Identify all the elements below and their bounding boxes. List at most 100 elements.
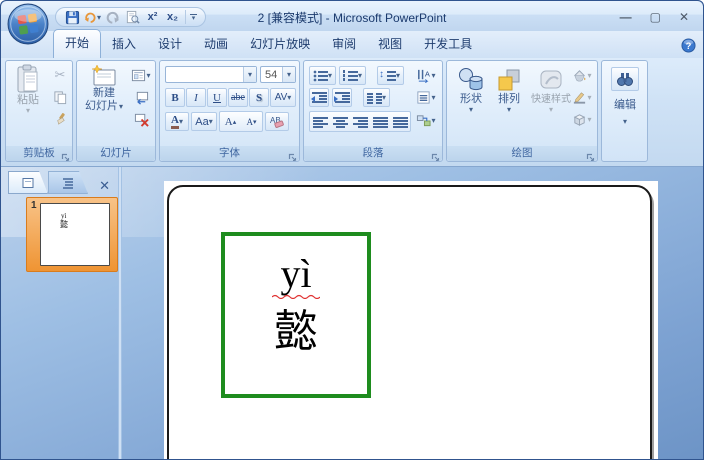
strikethrough-button[interactable]: abe xyxy=(228,88,248,107)
drawing-dialog-launcher[interactable] xyxy=(586,149,595,158)
align-right-button[interactable] xyxy=(350,112,370,131)
maximize-button[interactable]: ▢ xyxy=(650,11,661,23)
slide-canvas[interactable]: yì 懿 xyxy=(164,181,658,459)
new-slide-dropdown-icon[interactable]: ▾ xyxy=(119,103,123,111)
shrink-font-button[interactable]: A ▾ xyxy=(241,112,262,131)
clear-formatting-button[interactable] xyxy=(265,112,289,131)
line-spacing-button[interactable]: ▾ xyxy=(377,66,404,85)
tab-slideshow[interactable]: 幻灯片放映 xyxy=(239,30,321,58)
new-slide-button[interactable]: 新建 幻灯片 ▾ xyxy=(81,65,127,113)
paste-button[interactable]: 粘贴 ▾ xyxy=(10,64,46,115)
shape-outline-button[interactable]: ▾ xyxy=(570,89,594,106)
superscript-button[interactable]: x² xyxy=(144,9,161,25)
quick-styles-dropdown-icon[interactable]: ▾ xyxy=(549,106,553,114)
smartart-dropdown-icon[interactable]: ▾ xyxy=(431,116,435,124)
subscript-button[interactable]: x₂ xyxy=(164,9,181,25)
tab-slides-thumbnails[interactable] xyxy=(8,171,48,194)
align-text-button[interactable]: ▾ xyxy=(414,88,438,106)
bold-button[interactable]: B xyxy=(165,88,185,107)
tab-home[interactable]: 开始 xyxy=(53,29,102,58)
pane-splitter[interactable] xyxy=(118,167,122,459)
editing-dropdown-icon[interactable]: ▾ xyxy=(623,118,627,126)
decrease-indent-icon xyxy=(310,91,327,104)
tab-insert[interactable]: 插入 xyxy=(101,30,147,58)
font-size-combo[interactable]: 54 ▾ xyxy=(260,66,296,83)
shape-effects-dropdown-icon[interactable]: ▾ xyxy=(587,116,591,124)
shape-outline-dropdown-icon[interactable]: ▾ xyxy=(587,94,591,102)
bullets-button[interactable]: ▾ xyxy=(309,66,336,85)
slide-thumbnail-selected[interactable]: 1 yì 懿 xyxy=(26,197,118,272)
text-direction-dropdown-icon[interactable]: ▾ xyxy=(431,71,435,79)
copy-button[interactable] xyxy=(50,88,70,106)
undo-button[interactable]: ▾ xyxy=(84,9,101,25)
change-case-dropdown-icon[interactable]: ▾ xyxy=(209,118,213,126)
font-dialog-launcher[interactable] xyxy=(288,149,297,158)
minimize-button[interactable]: — xyxy=(620,11,632,23)
format-painter-button[interactable] xyxy=(50,110,70,128)
paste-dropdown-icon[interactable]: ▾ xyxy=(26,107,30,115)
close-pane-button[interactable]: ✕ xyxy=(99,178,110,194)
tab-developer[interactable]: 开发工具 xyxy=(413,30,483,58)
columns-dropdown-icon[interactable]: ▾ xyxy=(382,94,386,102)
help-icon[interactable] xyxy=(681,38,696,53)
layout-button[interactable]: ▾ xyxy=(130,66,152,84)
convert-smartart-button[interactable]: ▾ xyxy=(414,111,438,129)
change-case-button[interactable]: Aa ▾ xyxy=(191,112,217,131)
font-color-button[interactable]: A ▾ xyxy=(165,112,189,131)
brush-icon xyxy=(53,112,68,127)
columns-button[interactable]: ▾ xyxy=(363,88,390,107)
distribute-button[interactable] xyxy=(390,112,410,131)
tab-view[interactable]: 视图 xyxy=(367,30,413,58)
shape-effects-button[interactable]: ▾ xyxy=(570,111,594,128)
text-shadow-button[interactable]: S xyxy=(249,88,269,107)
align-center-button[interactable] xyxy=(330,112,350,131)
tab-review[interactable]: 审阅 xyxy=(321,30,367,58)
delete-slide-button[interactable] xyxy=(130,110,152,128)
font-size-dropdown-icon[interactable]: ▾ xyxy=(282,67,295,82)
shape-fill-button[interactable]: ▾ xyxy=(570,67,594,84)
line-spacing-dropdown-icon[interactable]: ▾ xyxy=(396,72,400,80)
font-name-dropdown-icon[interactable]: ▾ xyxy=(243,67,256,82)
tab-animations[interactable]: 动画 xyxy=(193,30,239,58)
character-spacing-dropdown-icon[interactable]: ▾ xyxy=(287,94,291,102)
customize-qat-button[interactable]: ▾ xyxy=(190,14,197,22)
redo-button[interactable] xyxy=(104,9,121,25)
justify-button[interactable] xyxy=(370,112,390,131)
arrange-dropdown-icon[interactable]: ▾ xyxy=(507,106,511,114)
shapes-button[interactable]: 形状 ▾ xyxy=(453,67,489,114)
italic-button[interactable]: I xyxy=(186,88,206,107)
undo-dropdown-icon[interactable]: ▾ xyxy=(97,13,101,21)
bullets-dropdown-icon[interactable]: ▾ xyxy=(328,72,332,80)
slide-thumbnail-canvas[interactable]: yì 懿 xyxy=(40,203,110,266)
editing-menu-button[interactable]: 编辑 ▾ xyxy=(605,67,645,126)
increase-indent-button[interactable] xyxy=(332,88,352,107)
grow-font-button[interactable]: A ▴ xyxy=(220,112,241,131)
pinyin-text: yì xyxy=(280,251,312,296)
font-color-dropdown-icon[interactable]: ▾ xyxy=(179,118,183,126)
text-box[interactable]: yì 懿 xyxy=(221,232,371,398)
numbering-button[interactable]: ▾ xyxy=(339,66,366,85)
print-preview-button[interactable] xyxy=(124,9,141,25)
clipboard-dialog-launcher[interactable] xyxy=(61,149,70,158)
save-button[interactable] xyxy=(64,9,81,25)
tab-outline[interactable] xyxy=(48,171,88,194)
office-button[interactable] xyxy=(7,3,49,45)
shape-fill-dropdown-icon[interactable]: ▾ xyxy=(587,72,591,80)
decrease-indent-button[interactable] xyxy=(309,88,329,107)
layout-dropdown-icon[interactable]: ▾ xyxy=(146,71,150,79)
tab-design[interactable]: 设计 xyxy=(147,30,193,58)
text-direction-button[interactable]: ▾ xyxy=(414,66,438,84)
underline-button[interactable]: U xyxy=(207,88,227,107)
font-name-combo[interactable]: ▾ xyxy=(165,66,257,83)
align-left-button[interactable] xyxy=(310,112,330,131)
arrange-button[interactable]: 排列 ▾ xyxy=(491,67,527,114)
reset-button[interactable] xyxy=(130,88,152,106)
character-spacing-button[interactable]: AV ▾ xyxy=(270,88,296,107)
shapes-dropdown-icon[interactable]: ▾ xyxy=(469,106,473,114)
close-button[interactable]: ✕ xyxy=(679,11,689,23)
quick-styles-button[interactable]: 快速样式 ▾ xyxy=(529,67,573,114)
paragraph-dialog-launcher[interactable] xyxy=(431,149,440,158)
cut-button[interactable]: ✂ xyxy=(50,66,70,84)
numbering-dropdown-icon[interactable]: ▾ xyxy=(358,72,362,80)
align-text-dropdown-icon[interactable]: ▾ xyxy=(431,93,435,101)
